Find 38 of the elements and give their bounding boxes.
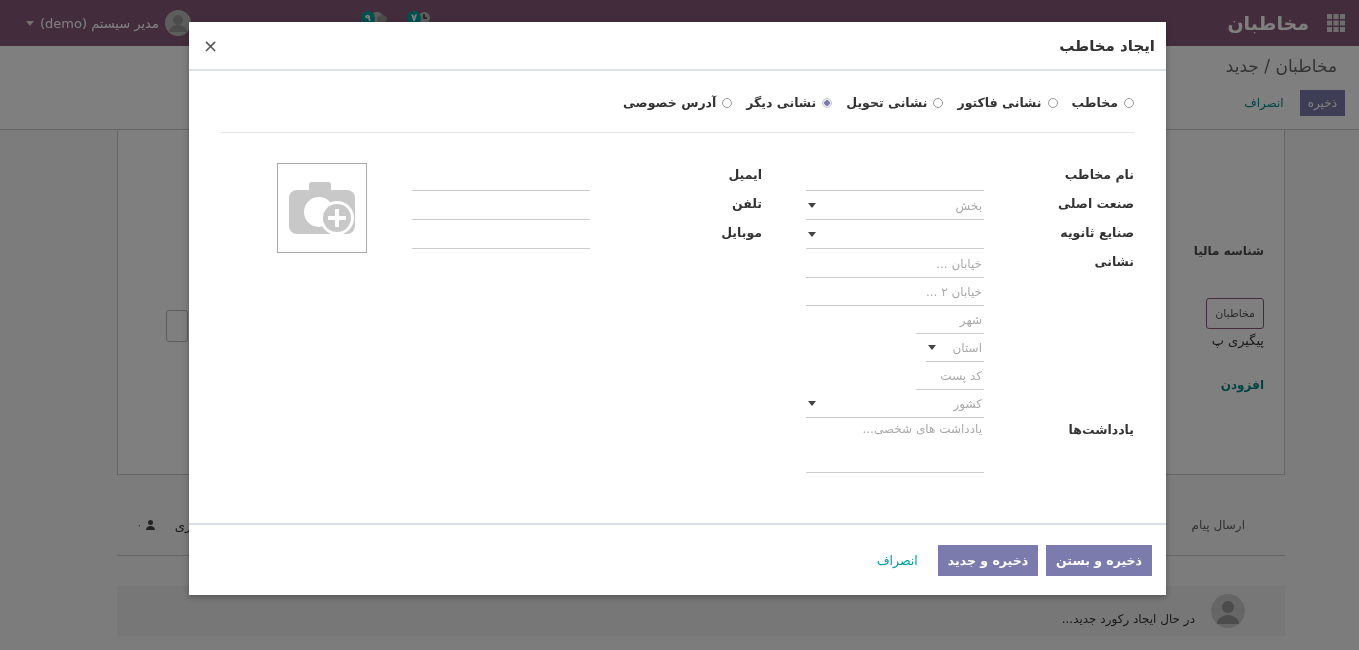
field-label: تلفن [730, 195, 762, 213]
radio-option[interactable]: نشانی فاکتور [957, 95, 1058, 110]
field-label: نشانی [1093, 253, 1134, 271]
contacts-button[interactable]: مخاطبان [1206, 298, 1264, 329]
close-button[interactable]: × [197, 34, 225, 57]
followup-text: پیگیری پ [1211, 333, 1264, 348]
field-label: صنایع ثانویه [1059, 224, 1134, 242]
field-label: موبایل [720, 224, 762, 242]
breadcrumb: مخاطبان / جدید [1224, 56, 1338, 76]
select-field[interactable]: استان [926, 334, 984, 362]
followers-button[interactable]: ۰ [137, 520, 155, 530]
input-field[interactable]: شهر [916, 306, 984, 334]
field-label: نام مخاطب [1063, 166, 1134, 185]
save-button[interactable]: ذخیره [1299, 90, 1345, 116]
input-field[interactable]: خیابان ... [806, 250, 984, 278]
app-title: مخاطبان [1227, 12, 1309, 34]
input-field[interactable]: کد پست [916, 362, 984, 390]
field-label: صنعت اصلی [1057, 195, 1134, 213]
dialog-title: ایجاد مخاطب [1059, 36, 1155, 55]
save-button[interactable]: ذخیره و جدید [937, 544, 1039, 576]
select-field[interactable]: بخش [806, 192, 984, 220]
radio-option[interactable]: نشانی تحویل [846, 95, 944, 110]
notes-field[interactable]: یادداشت های شخصی... [806, 418, 984, 473]
discard-button[interactable]: انصراف [864, 544, 930, 576]
radio-option[interactable]: مخاطب [1071, 95, 1134, 110]
radio-option[interactable]: آدرس خصوصی [622, 95, 733, 110]
field-label: یادداشت‌ها [1067, 421, 1134, 439]
input-field[interactable]: خیابان ۲ ... [806, 278, 984, 306]
field-label: ایمیل [727, 166, 762, 184]
add-link[interactable]: افزودن [1220, 378, 1264, 392]
message-text: در حال ایجاد رکورد جدید... [1061, 611, 1195, 626]
user-menu[interactable]: مدیر سیستم (demo) [26, 10, 191, 36]
save-button[interactable]: ذخیره و بستن [1046, 544, 1152, 576]
field-label: شناسه مالیا [1193, 244, 1264, 258]
discard-button[interactable]: انصراف [1236, 90, 1292, 116]
select-field[interactable]: کشور [806, 390, 984, 418]
send-message-tab[interactable]: ارسال پیام [1191, 518, 1245, 532]
radio-option[interactable]: نشانی دیگر [746, 95, 833, 110]
